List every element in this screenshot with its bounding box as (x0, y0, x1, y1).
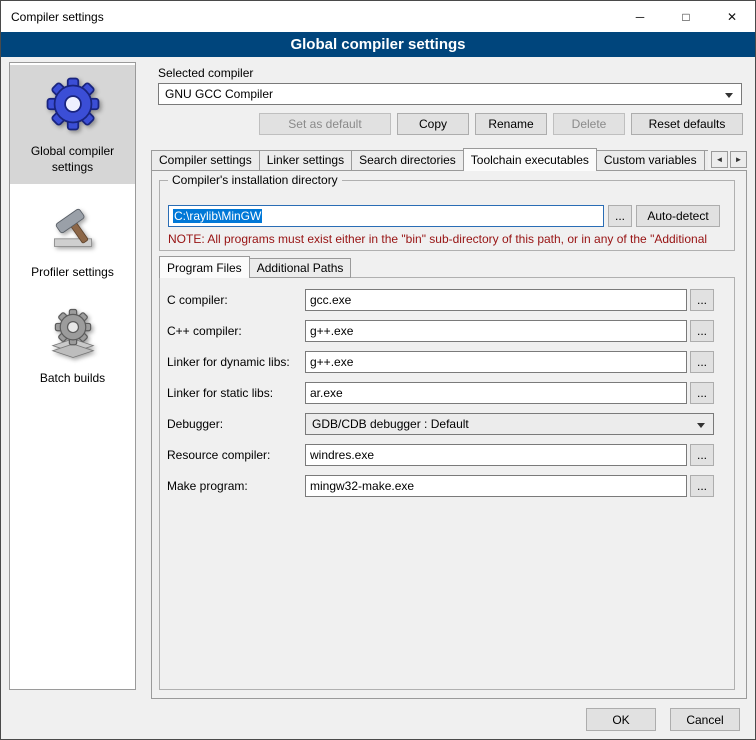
tab-scroll-controls: ◄ ► (711, 151, 747, 171)
tab-compiler-settings[interactable]: Compiler settings (151, 150, 260, 171)
cancel-button[interactable]: Cancel (670, 708, 740, 731)
minimize-icon[interactable]: ─ (617, 1, 663, 32)
c-compiler-label: C compiler: (167, 293, 305, 307)
linker-dynamic-browse-button[interactable]: ... (690, 351, 714, 373)
close-icon[interactable]: ✕ (709, 1, 755, 32)
cpp-compiler-label: C++ compiler: (167, 324, 305, 338)
rename-button[interactable]: Rename (475, 113, 547, 135)
resource-compiler-browse-button[interactable]: ... (690, 444, 714, 466)
selected-compiler-label: Selected compiler (158, 66, 253, 80)
settings-tab-bar: Compiler settings Linker settings Search… (151, 148, 747, 171)
cpp-compiler-input[interactable]: g++.exe (305, 320, 687, 342)
tab-additional-paths[interactable]: Additional Paths (249, 258, 352, 278)
sidebar-item-batch-builds[interactable]: Batch builds (10, 296, 135, 396)
sidebar-item-label: Batch builds (40, 371, 105, 387)
field-row-linker-static: Linker for static libs: ar.exe ... (167, 382, 714, 404)
installation-directory-input[interactable]: C:\raylib\MinGW (168, 205, 604, 227)
program-files-panel: C compiler: gcc.exe ... C++ compiler: g+… (159, 277, 735, 690)
debugger-label: Debugger: (167, 417, 305, 431)
linker-static-browse-button[interactable]: ... (690, 382, 714, 404)
field-row-debugger: Debugger: GDB/CDB debugger : Default (167, 413, 714, 435)
sidebar-item-profiler-settings[interactable]: Profiler settings (10, 190, 135, 290)
reset-defaults-button[interactable]: Reset defaults (631, 113, 743, 135)
sidebar-item-label: Global compiler settings (13, 144, 132, 175)
tab-program-files[interactable]: Program Files (159, 256, 250, 278)
sidebar-item-label: Profiler settings (31, 265, 114, 281)
program-files-tab-bar: Program Files Additional Paths (159, 256, 351, 278)
c-compiler-input[interactable]: gcc.exe (305, 289, 687, 311)
auto-detect-button[interactable]: Auto-detect (636, 205, 720, 227)
tab-build-options-truncated[interactable]: Builc (704, 150, 708, 171)
debugger-dropdown[interactable]: GDB/CDB debugger : Default (305, 413, 714, 435)
dialog-header: Global compiler settings (1, 32, 755, 57)
copy-button[interactable]: Copy (397, 113, 469, 135)
linker-dynamic-label: Linker for dynamic libs: (167, 355, 305, 369)
delete-button: Delete (553, 113, 625, 135)
installation-directory-group: Compiler's installation directory C:\ray… (159, 180, 735, 251)
make-program-label: Make program: (167, 479, 305, 493)
resource-compiler-label: Resource compiler: (167, 448, 305, 462)
set-as-default-button: Set as default (259, 113, 391, 135)
cpp-compiler-browse-button[interactable]: ... (690, 320, 714, 342)
window-title: Compiler settings (11, 10, 104, 24)
linker-dynamic-input[interactable]: g++.exe (305, 351, 687, 373)
titlebar: Compiler settings ─ □ ✕ (1, 1, 755, 32)
profiler-tool-icon (46, 200, 100, 257)
ok-button[interactable]: OK (586, 708, 656, 731)
c-compiler-browse-button[interactable]: ... (690, 289, 714, 311)
installation-directory-group-title: Compiler's installation directory (168, 173, 342, 187)
field-row-make-program: Make program: mingw32-make.exe ... (167, 475, 714, 497)
tab-custom-variables[interactable]: Custom variables (596, 150, 705, 171)
field-row-linker-dynamic: Linker for dynamic libs: g++.exe ... (167, 351, 714, 373)
installation-directory-note: NOTE: All programs must exist either in … (168, 232, 720, 246)
blue-gear-icon (44, 75, 102, 136)
installation-directory-browse-button[interactable]: ... (608, 205, 632, 227)
toolchain-executables-panel: Compiler's installation directory C:\ray… (151, 170, 747, 699)
tab-toolchain-executables[interactable]: Toolchain executables (463, 148, 597, 171)
linker-static-input[interactable]: ar.exe (305, 382, 687, 404)
tab-scroll-right-icon[interactable]: ► (730, 151, 747, 168)
make-program-browse-button[interactable]: ... (690, 475, 714, 497)
field-row-c-compiler: C compiler: gcc.exe ... (167, 289, 714, 311)
compiler-settings-window: Compiler settings ─ □ ✕ Global compiler … (0, 0, 756, 740)
settings-tabs: Compiler settings Linker settings Search… (151, 148, 708, 171)
tab-linker-settings[interactable]: Linker settings (259, 150, 352, 171)
dialog-footer: OK Cancel (586, 708, 740, 731)
window-controls: ─ □ ✕ (617, 1, 755, 32)
sidebar-item-global-compiler-settings[interactable]: Global compiler settings (10, 65, 135, 184)
maximize-icon[interactable]: □ (663, 1, 709, 32)
linker-static-label: Linker for static libs: (167, 386, 305, 400)
selected-text: C:\raylib\MinGW (173, 209, 262, 223)
resource-compiler-input[interactable]: windres.exe (305, 444, 687, 466)
tab-scroll-left-icon[interactable]: ◄ (711, 151, 728, 168)
make-program-input[interactable]: mingw32-make.exe (305, 475, 687, 497)
tab-search-directories[interactable]: Search directories (351, 150, 464, 171)
field-row-resource-compiler: Resource compiler: windres.exe ... (167, 444, 714, 466)
dialog-header-title: Global compiler settings (290, 36, 465, 53)
compiler-actions: Set as default Copy Rename Delete Reset … (158, 113, 742, 135)
field-row-cpp-compiler: C++ compiler: g++.exe ... (167, 320, 714, 342)
batch-builds-icon (46, 306, 100, 363)
installation-directory-row: C:\raylib\MinGW ... Auto-detect (168, 205, 720, 227)
selected-compiler-dropdown[interactable]: GNU GCC Compiler (158, 83, 742, 105)
settings-category-list: Global compiler settings Profiler settin… (9, 62, 136, 690)
dialog-content: Global compiler settings Profiler settin… (1, 57, 755, 739)
